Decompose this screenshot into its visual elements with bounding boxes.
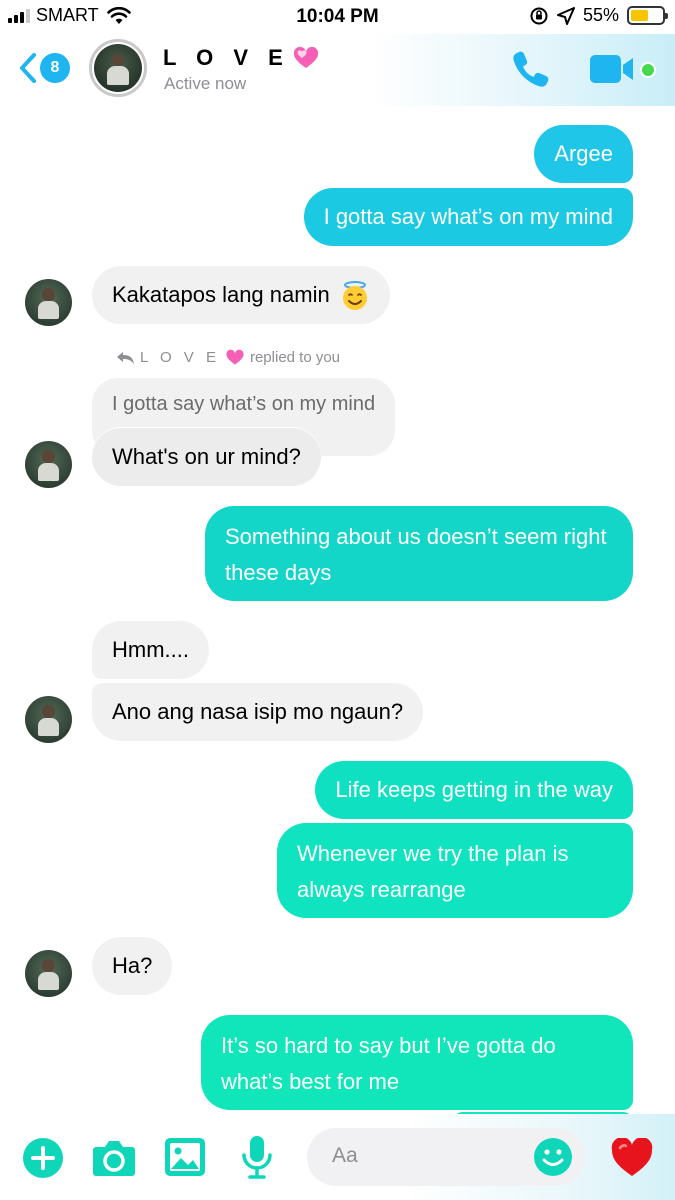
heart-emoji-icon [226, 349, 244, 365]
contact-avatar-small[interactable] [25, 279, 72, 326]
video-camera-icon[interactable] [589, 54, 637, 84]
plus-icon[interactable] [22, 1137, 64, 1179]
message-bubble-outgoing[interactable]: Argee [534, 125, 633, 183]
heart-emoji-icon [293, 46, 318, 68]
message-thread[interactable]: Argee I gotta say what’s on my mind Kaka… [0, 106, 675, 1114]
camera-icon[interactable] [92, 1139, 136, 1177]
message-bubble-outgoing[interactable]: Something about us doesn’t seem right th… [205, 506, 633, 601]
microphone-icon[interactable] [240, 1134, 274, 1180]
heart-send-icon[interactable] [610, 1138, 654, 1178]
message-text: What's on ur mind? [112, 444, 301, 469]
message-bubble-outgoing[interactable]: Whenever we try the plan is always rearr… [277, 823, 633, 918]
message-bubble-incoming[interactable]: Ha? [92, 937, 173, 995]
location-arrow-icon [556, 6, 575, 25]
message-text: Whenever we try the plan is always rearr… [297, 841, 569, 902]
message-bubble-outgoing[interactable]: I gotta say what’s on my mind [303, 188, 633, 246]
phone-icon[interactable] [510, 48, 552, 90]
message-text: Kakatapos lang namin [112, 282, 330, 307]
back-button[interactable]: 8 [18, 52, 70, 84]
message-bubble-incoming[interactable]: Kakatapos lang namin [92, 266, 390, 324]
contact-name-text: L O V E [163, 45, 290, 70]
message-text: Something about us doesn’t seem right th… [225, 524, 607, 585]
smiley-icon[interactable] [533, 1137, 573, 1177]
back-chevron-icon [20, 53, 36, 83]
message-text: I gotta say what’s on my mind [323, 204, 613, 229]
message-text: Ano ang nasa isip mo ngaun? [112, 699, 404, 724]
contact-avatar-small[interactable] [25, 441, 72, 488]
contact-name[interactable]: L O V E [163, 45, 320, 71]
message-input-placeholder: Aa [332, 1144, 358, 1167]
contact-avatar[interactable] [89, 39, 147, 97]
message-input[interactable]: Aa [307, 1128, 585, 1186]
contact-avatar-small[interactable] [25, 950, 72, 997]
orientation-lock-icon [530, 7, 548, 24]
message-bubble-outgoing[interactable]: It’s so hard to say but I’ve gotta do wh… [201, 1015, 633, 1110]
message-text: Ha? [112, 953, 153, 978]
reply-label-suffix: replied to you [249, 349, 341, 366]
message-bubble-outgoing[interactable]: Life keeps getting in the way [315, 761, 633, 819]
battery-percent: 55% [582, 5, 619, 25]
smiling-face-with-halo-emoji [342, 281, 367, 311]
status-bar: SMART 10:04 PM 55% [0, 0, 675, 34]
message-text: Hmm.... [112, 637, 189, 662]
contact-avatar-small[interactable] [25, 696, 72, 743]
unread-badge: 8 [40, 53, 70, 83]
message-bubble-incoming[interactable]: What's on ur mind? [92, 428, 321, 486]
message-text: Argee [554, 141, 613, 166]
reply-arrow-icon [117, 351, 134, 364]
message-text: It’s so hard to say but I’ve gotta do wh… [221, 1033, 556, 1094]
composer-bar: Aa [0, 1114, 675, 1200]
message-bubble-incoming[interactable]: Hmm.... [92, 621, 209, 679]
message-text: Life keeps getting in the way [335, 777, 613, 802]
status-right: 55% [529, 5, 668, 26]
image-icon[interactable] [164, 1137, 206, 1177]
battery-icon [627, 6, 668, 25]
reply-label-name: L O V E [140, 349, 220, 366]
conversation-header: 8 L O V E Active now [0, 34, 675, 106]
active-status-dot [640, 62, 656, 78]
quoted-text: I gotta say what’s on my mind [112, 393, 376, 415]
reply-context-label: L O V E replied to you [115, 349, 340, 366]
contact-status: Active now [164, 74, 247, 93]
message-bubble-incoming[interactable]: Ano ang nasa isip mo ngaun? [92, 683, 424, 741]
